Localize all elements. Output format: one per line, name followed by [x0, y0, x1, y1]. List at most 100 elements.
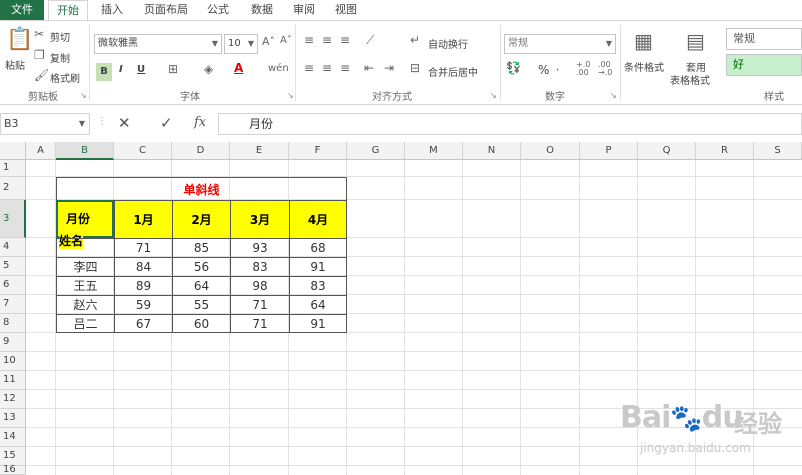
row-header-2[interactable]: 2 [0, 177, 26, 200]
number-launcher-icon[interactable]: ↘ [610, 91, 617, 100]
score-cell[interactable]: 64 [172, 276, 230, 295]
tab-file[interactable]: 文件 [0, 0, 44, 20]
name-cell[interactable]: 赵六 [56, 295, 114, 314]
score-cell[interactable]: 91 [289, 314, 347, 333]
column-header-A[interactable]: A [26, 142, 56, 160]
align-right-icon[interactable]: ≡ [340, 61, 350, 75]
paste-icon[interactable]: 📋 [6, 27, 33, 52]
column-header-P[interactable]: P [580, 142, 638, 160]
score-cell[interactable]: 55 [172, 295, 230, 314]
row-header-13[interactable]: 13 [0, 409, 26, 428]
score-cell[interactable]: 59 [114, 295, 172, 314]
alignment-launcher-icon[interactable]: ↘ [490, 91, 497, 100]
cut-icon[interactable]: ✂ [34, 27, 44, 41]
font-name-select[interactable]: 微软雅黑 ▼ [94, 34, 222, 54]
conditional-format-icon[interactable]: ▦ [634, 29, 653, 53]
wrap-text-icon[interactable]: ↵ [410, 33, 420, 47]
row-header-9[interactable]: 9 [0, 333, 26, 352]
score-cell[interactable]: 84 [114, 257, 172, 276]
row-header-12[interactable]: 12 [0, 390, 26, 409]
score-cell[interactable]: 68 [289, 238, 347, 257]
accounting-format-icon[interactable]: 💱 [506, 61, 521, 75]
score-cell[interactable]: 71 [230, 295, 289, 314]
month-header-cell[interactable]: 4月 [289, 200, 347, 238]
number-format-select[interactable]: 常规 ▼ [504, 34, 616, 54]
font-launcher-icon[interactable]: ↘ [287, 91, 294, 100]
align-top-icon[interactable]: ≡ [304, 33, 314, 47]
italic-button[interactable]: I [119, 64, 123, 75]
table-title[interactable]: 单斜线 [56, 177, 347, 201]
name-cell[interactable]: 李四 [56, 257, 114, 276]
row-header-4[interactable]: 4 [0, 238, 26, 257]
percent-button[interactable]: % [538, 63, 549, 77]
enter-icon[interactable]: ✓ [160, 114, 173, 132]
merge-center-button[interactable]: 合并后居中 [428, 64, 478, 79]
score-cell[interactable]: 89 [114, 276, 172, 295]
copy-button[interactable]: 复制 [50, 50, 70, 65]
shrink-font-icon[interactable]: A˅ [280, 35, 292, 46]
font-size-select[interactable]: 10 ▼ [224, 34, 258, 54]
name-cell[interactable]: 王五 [56, 276, 114, 295]
row-header-14[interactable]: 14 [0, 428, 26, 447]
month-header-cell[interactable]: 1月 [114, 200, 172, 238]
score-cell[interactable]: 93 [230, 238, 289, 257]
column-header-G[interactable]: G [347, 142, 405, 160]
row-header-16[interactable]: 16 [0, 465, 26, 475]
tab-page-layout[interactable]: 页面布局 [138, 0, 194, 20]
comma-style-icon[interactable]: , [556, 62, 559, 73]
tab-insert[interactable]: 插入 [94, 0, 130, 20]
style-normal[interactable]: 常规 [726, 28, 802, 50]
name-box[interactable]: B3 ▼ [0, 113, 90, 135]
tab-review[interactable]: 审阅 [286, 0, 322, 20]
table-format-button-line2[interactable]: 表格格式 [670, 72, 710, 87]
row-header-3[interactable]: 3 [0, 200, 26, 238]
score-cell[interactable]: 91 [289, 257, 347, 276]
cancel-icon[interactable]: ✕ [118, 114, 131, 132]
row-header-11[interactable]: 11 [0, 371, 26, 390]
align-left-icon[interactable]: ≡ [304, 61, 314, 75]
worksheet-grid[interactable]: ABCDEFGMNOPQRS 1 2 3 4 5 6 7 8 9 10 11 12 13 14 15 16 单… [0, 142, 802, 475]
style-good[interactable]: 好 [726, 54, 802, 76]
score-cell[interactable]: 85 [172, 238, 230, 257]
score-cell[interactable]: 64 [289, 295, 347, 314]
insert-function-icon[interactable]: fx [194, 115, 206, 130]
row-header-7[interactable]: 7 [0, 295, 26, 314]
wrap-text-button[interactable]: 自动换行 [428, 36, 468, 51]
font-color-icon[interactable]: A [234, 61, 243, 75]
decrease-decimal-icon[interactable]: .00 →.0 [598, 61, 612, 77]
align-middle-icon[interactable]: ≡ [322, 33, 332, 47]
score-cell[interactable]: 98 [230, 276, 289, 295]
orientation-icon[interactable]: ⟋ [366, 33, 374, 48]
format-painter-button[interactable]: 格式刷 [50, 70, 80, 85]
score-cell[interactable]: 56 [172, 257, 230, 276]
row-header-10[interactable]: 10 [0, 352, 26, 371]
borders-icon[interactable]: ⊞ [168, 62, 178, 76]
conditional-format-button[interactable]: 条件格式 [624, 59, 664, 74]
column-header-D[interactable]: D [172, 142, 230, 160]
align-center-icon[interactable]: ≡ [322, 61, 332, 75]
phonetic-icon[interactable]: wén [268, 63, 289, 74]
copy-icon[interactable]: ❐ [34, 48, 45, 62]
decrease-indent-icon[interactable]: ⇤ [364, 61, 374, 75]
tab-view[interactable]: 视图 [328, 0, 364, 20]
increase-decimal-icon[interactable]: +.0.00 [576, 61, 590, 77]
score-cell[interactable]: 60 [172, 314, 230, 333]
month-header-cell[interactable]: 3月 [230, 200, 289, 238]
tab-formulas[interactable]: 公式 [200, 0, 236, 20]
select-all-corner[interactable] [0, 142, 26, 160]
month-header-cell[interactable]: 2月 [172, 200, 230, 238]
row-header-1[interactable]: 1 [0, 160, 26, 177]
row-header-8[interactable]: 8 [0, 314, 26, 333]
paste-button[interactable]: 粘贴 [5, 57, 25, 72]
column-header-S[interactable]: S [754, 142, 802, 160]
cut-button[interactable]: 剪切 [50, 29, 70, 44]
tab-home[interactable]: 开始 [48, 0, 88, 21]
underline-button[interactable]: U [137, 64, 145, 75]
bold-button[interactable]: B [96, 63, 112, 81]
name-cell[interactable] [56, 238, 114, 257]
column-header-F[interactable]: F [289, 142, 347, 160]
format-painter-icon[interactable]: 🖌 [34, 68, 49, 82]
fill-color-icon[interactable]: ◈ [204, 62, 213, 76]
column-header-N[interactable]: N [463, 142, 521, 160]
score-cell[interactable]: 71 [230, 314, 289, 333]
